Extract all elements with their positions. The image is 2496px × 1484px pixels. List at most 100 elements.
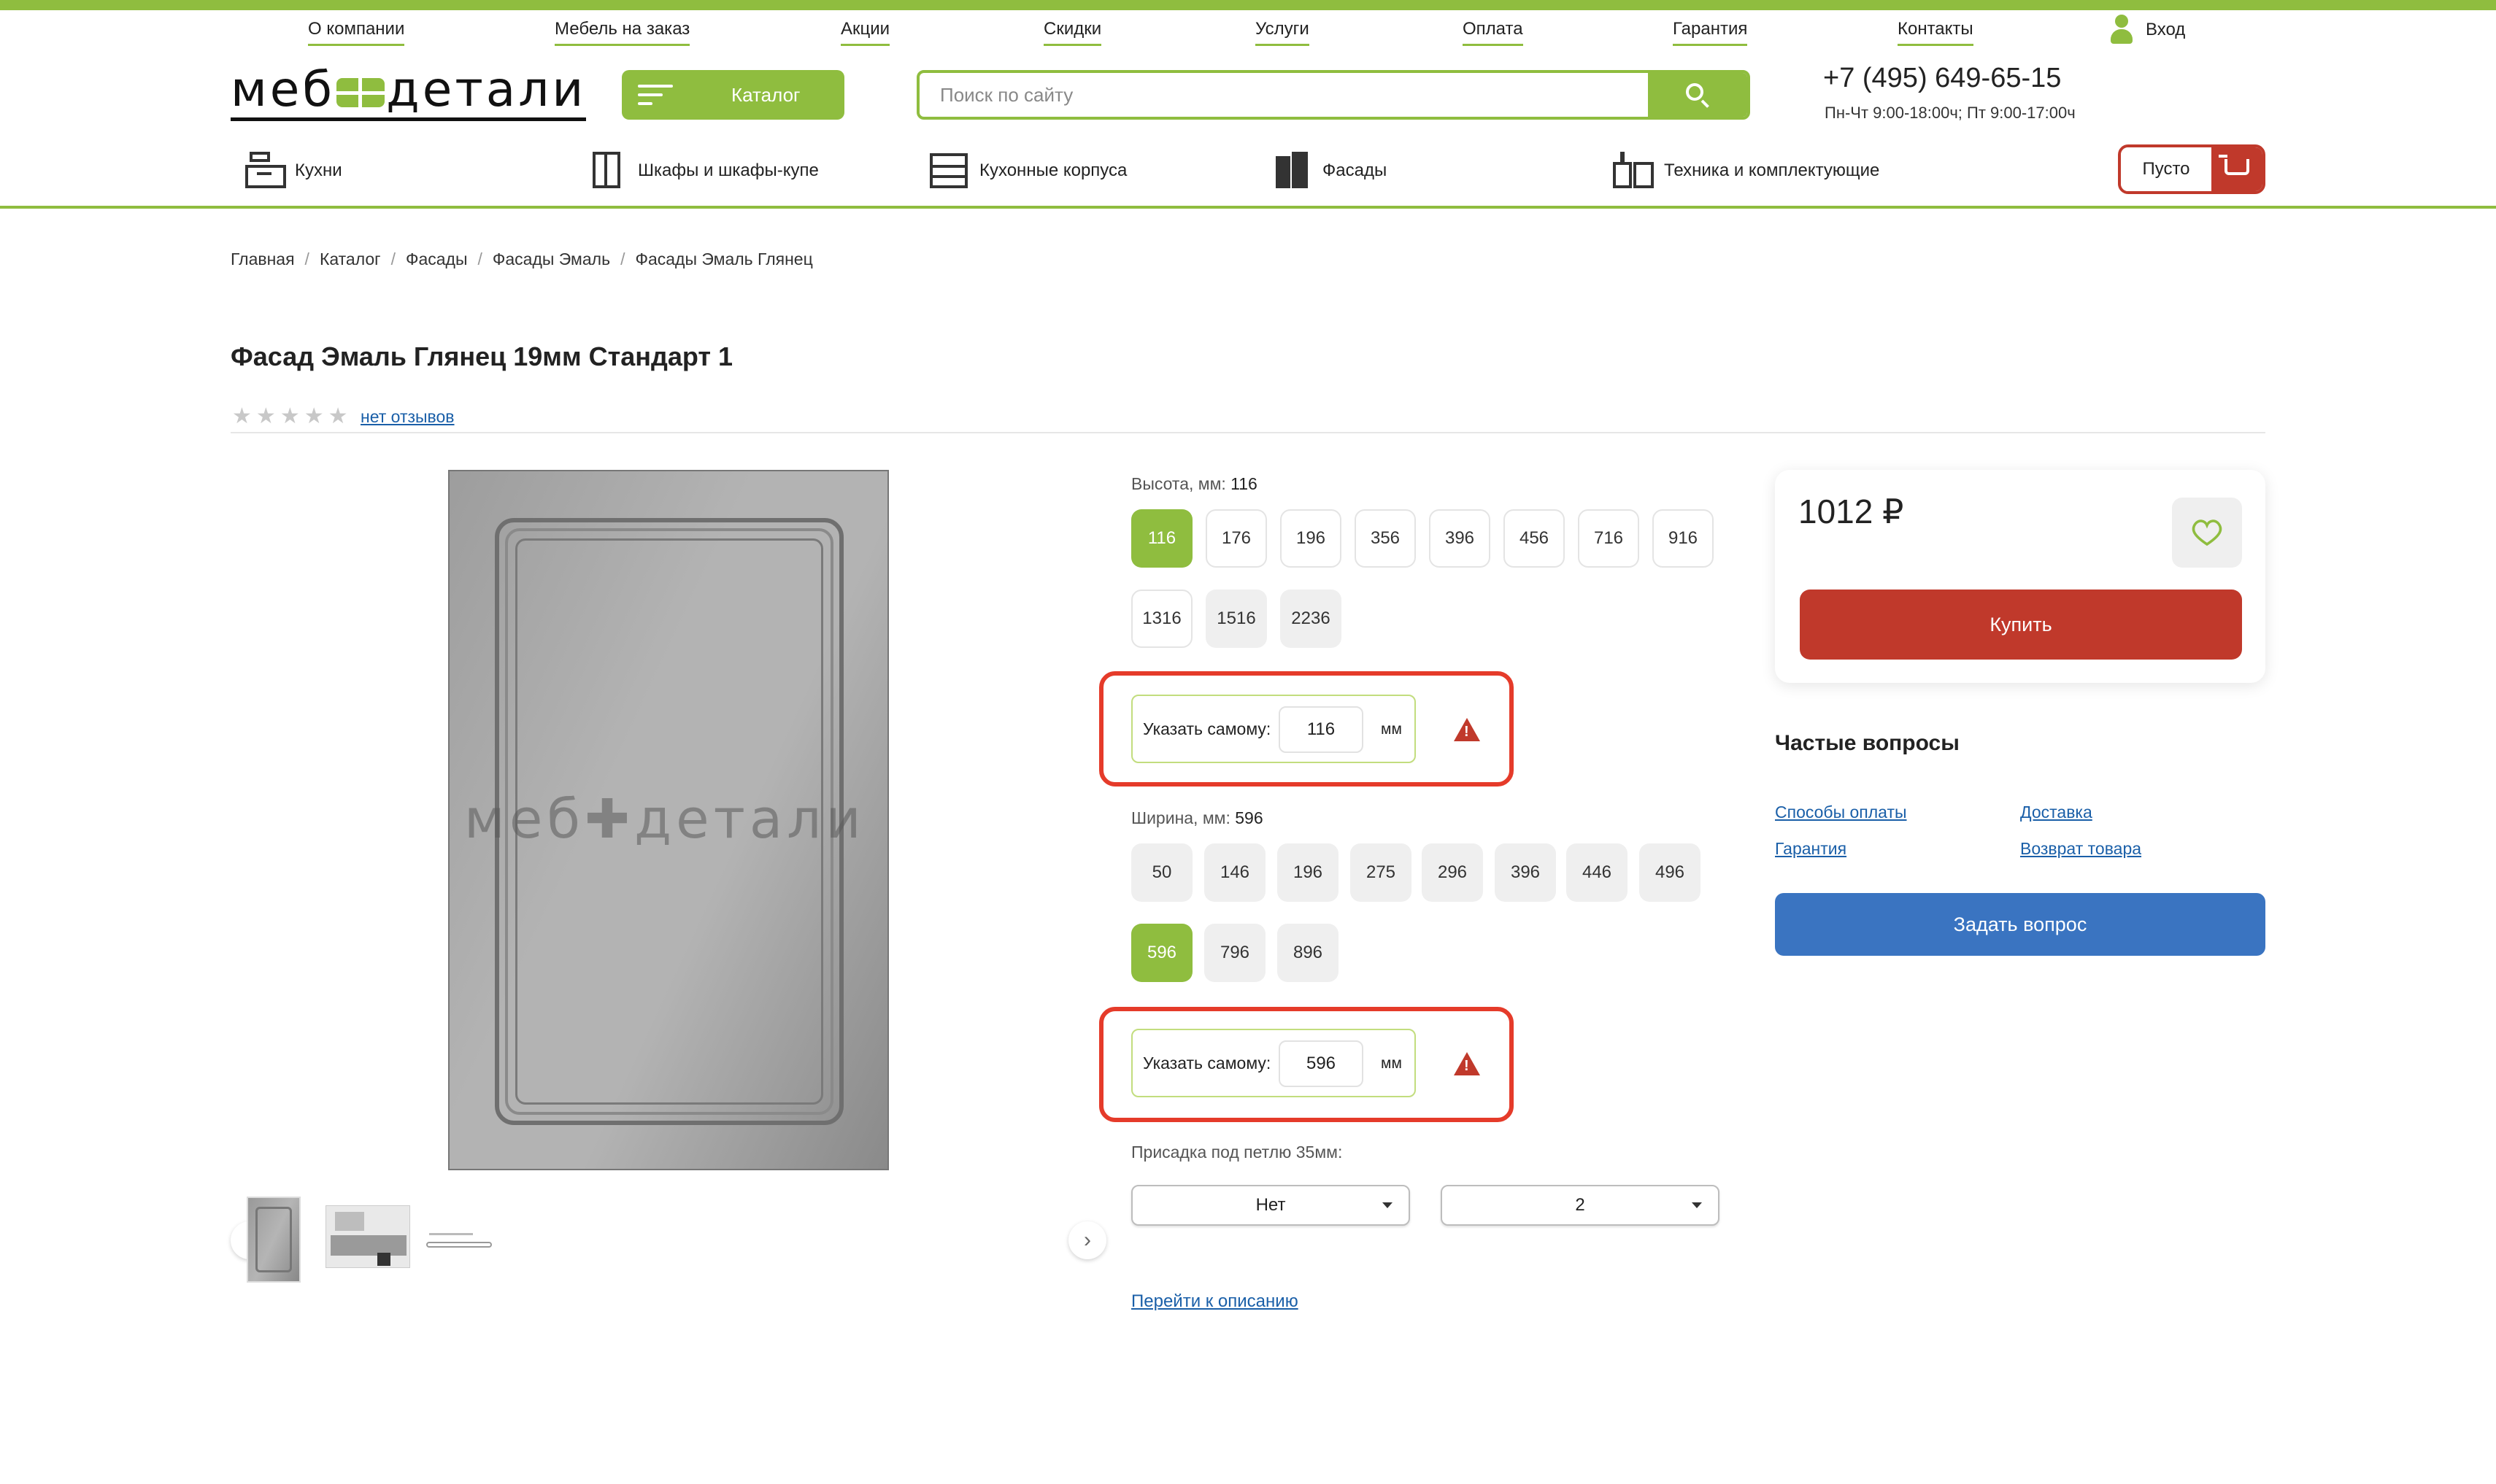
- height-option[interactable]: 1316: [1131, 590, 1193, 648]
- width-option[interactable]: 796: [1204, 924, 1266, 982]
- cabinet-icon: [928, 152, 972, 190]
- width-option[interactable]: 296: [1422, 843, 1483, 902]
- faq-link-delivery[interactable]: Доставка: [2020, 803, 2092, 822]
- nav-payment[interactable]: Оплата: [1463, 19, 1523, 46]
- nav-discounts[interactable]: Скидки: [1044, 19, 1102, 46]
- cart-icon: [2219, 155, 2249, 175]
- category-appliances[interactable]: Техника и комплектующие: [1613, 152, 1879, 190]
- breadcrumb-item[interactable]: Фасады: [406, 250, 468, 269]
- breadcrumb-item[interactable]: Фасады Эмаль: [493, 250, 610, 269]
- search-input[interactable]: [920, 73, 1646, 117]
- menu-icon: [638, 82, 673, 108]
- image-watermark: меб✚детали: [464, 788, 866, 851]
- cart-button[interactable]: Пусто: [2118, 144, 2265, 194]
- thumbnail-2[interactable]: [326, 1205, 410, 1268]
- breadcrumb-item[interactable]: Фасады Эмаль Глянец: [635, 250, 812, 269]
- height-option[interactable]: 1516: [1206, 590, 1267, 648]
- width-custom-input[interactable]: [1279, 1040, 1363, 1087]
- faq-link-warranty[interactable]: Гарантия: [1775, 839, 1846, 859]
- search-bar: [917, 70, 1750, 120]
- height-option[interactable]: 356: [1355, 509, 1416, 568]
- category-kitchen-cabinets[interactable]: Кухонные корпуса: [928, 152, 1127, 190]
- star-icon: ★: [280, 404, 300, 428]
- width-custom-label: Указать самому:: [1143, 1054, 1271, 1073]
- catalog-button[interactable]: Каталог: [622, 70, 844, 120]
- breadcrumb-item[interactable]: Каталог: [320, 250, 381, 269]
- kitchen-icon: [244, 152, 288, 190]
- category-label: Кухни: [295, 161, 342, 180]
- width-option[interactable]: 596: [1131, 924, 1193, 982]
- width-option[interactable]: 50: [1131, 843, 1193, 902]
- height-custom-field: Указать самому: мм: [1131, 695, 1416, 763]
- category-label: Кухонные корпуса: [979, 161, 1128, 180]
- category-wardrobes[interactable]: Шкафы и шкафы-купе: [587, 152, 819, 190]
- search-button[interactable]: [1648, 73, 1747, 117]
- height-custom-input[interactable]: [1279, 706, 1363, 753]
- logo-mark: [336, 77, 385, 107]
- width-option[interactable]: 446: [1566, 843, 1628, 902]
- reviews-link[interactable]: нет отзывов: [361, 407, 455, 427]
- width-unit: мм: [1381, 1055, 1402, 1072]
- wardrobe-icon: [587, 152, 631, 190]
- nav-promotions[interactable]: Акции: [841, 19, 890, 46]
- faq-link-payment[interactable]: Способы оплаты: [1775, 803, 1907, 822]
- login-link[interactable]: Вход: [2109, 15, 2185, 45]
- star-icon: ★: [328, 404, 348, 428]
- site-logo[interactable]: меб детали: [231, 66, 587, 121]
- logo-text-left: меб: [231, 61, 336, 117]
- width-option[interactable]: 146: [1204, 843, 1266, 902]
- category-label: Фасады: [1322, 161, 1387, 180]
- height-option[interactable]: 2236: [1280, 590, 1341, 648]
- category-kitchens[interactable]: Кухни: [244, 152, 342, 190]
- divider: [231, 432, 2265, 433]
- width-selected-value: 596: [1235, 808, 1263, 827]
- width-option[interactable]: 396: [1495, 843, 1556, 902]
- hinge-count-value: 2: [1575, 1195, 1585, 1215]
- height-option[interactable]: 396: [1429, 509, 1490, 568]
- star-icon: ★: [304, 404, 324, 428]
- phone-number[interactable]: +7 (495) 649-65-15: [1823, 63, 2061, 94]
- caret-down-icon: [1382, 1202, 1393, 1208]
- product-image[interactable]: меб✚детали: [448, 470, 889, 1170]
- height-option[interactable]: 176: [1206, 509, 1267, 568]
- width-option[interactable]: 275: [1350, 843, 1411, 902]
- width-option[interactable]: 896: [1277, 924, 1338, 982]
- caret-down-icon: [1692, 1202, 1702, 1208]
- faq-link-returns[interactable]: Возврат товара: [2020, 839, 2141, 859]
- nav-about[interactable]: О компании: [308, 19, 405, 46]
- rating-stars[interactable]: ★ ★ ★ ★ ★: [232, 406, 353, 428]
- facade-icon: [1271, 152, 1315, 190]
- nav-contacts[interactable]: Контакты: [1898, 19, 1973, 46]
- user-icon: [2109, 15, 2134, 45]
- width-option[interactable]: 196: [1277, 843, 1338, 902]
- star-icon: ★: [232, 404, 252, 428]
- nav-services[interactable]: Услуги: [1255, 19, 1309, 46]
- go-to-description-link[interactable]: Перейти к описанию: [1131, 1291, 1298, 1312]
- thumbnail-1[interactable]: [247, 1197, 301, 1283]
- height-option[interactable]: 916: [1652, 509, 1714, 568]
- chevron-right-icon: ›: [1084, 1228, 1091, 1252]
- breadcrumb: Главная / Каталог / Фасады / Фасады Эмаль / …: [231, 250, 813, 269]
- hinge-count-select[interactable]: 2: [1441, 1185, 1719, 1226]
- ask-question-button[interactable]: Задать вопрос: [1775, 893, 2265, 956]
- category-facades[interactable]: Фасады: [1271, 152, 1387, 190]
- catalog-label: Каталог: [731, 83, 801, 106]
- height-option[interactable]: 116: [1131, 509, 1193, 568]
- height-custom-label: Указать самому:: [1143, 719, 1271, 738]
- logo-text-right: детали: [386, 61, 587, 117]
- thumbnails-next-button[interactable]: ›: [1068, 1221, 1106, 1259]
- thumbnail-3[interactable]: [426, 1230, 492, 1251]
- height-option[interactable]: 716: [1578, 509, 1639, 568]
- buy-button[interactable]: Купить: [1800, 590, 2242, 660]
- heart-icon: [2192, 519, 2222, 546]
- nav-custom-furniture[interactable]: Мебель на заказ: [555, 19, 690, 46]
- star-icon: ★: [255, 404, 276, 428]
- nav-warranty[interactable]: Гарантия: [1673, 19, 1748, 46]
- hinge-drilling-select[interactable]: Нет: [1131, 1185, 1410, 1226]
- favorite-button[interactable]: [2172, 498, 2242, 568]
- height-option[interactable]: 196: [1280, 509, 1341, 568]
- width-option[interactable]: 496: [1639, 843, 1700, 902]
- height-option[interactable]: 456: [1503, 509, 1565, 568]
- breadcrumb-item[interactable]: Главная: [231, 250, 295, 269]
- hinge-label: Присадка под петлю 35мм:: [1131, 1143, 1343, 1162]
